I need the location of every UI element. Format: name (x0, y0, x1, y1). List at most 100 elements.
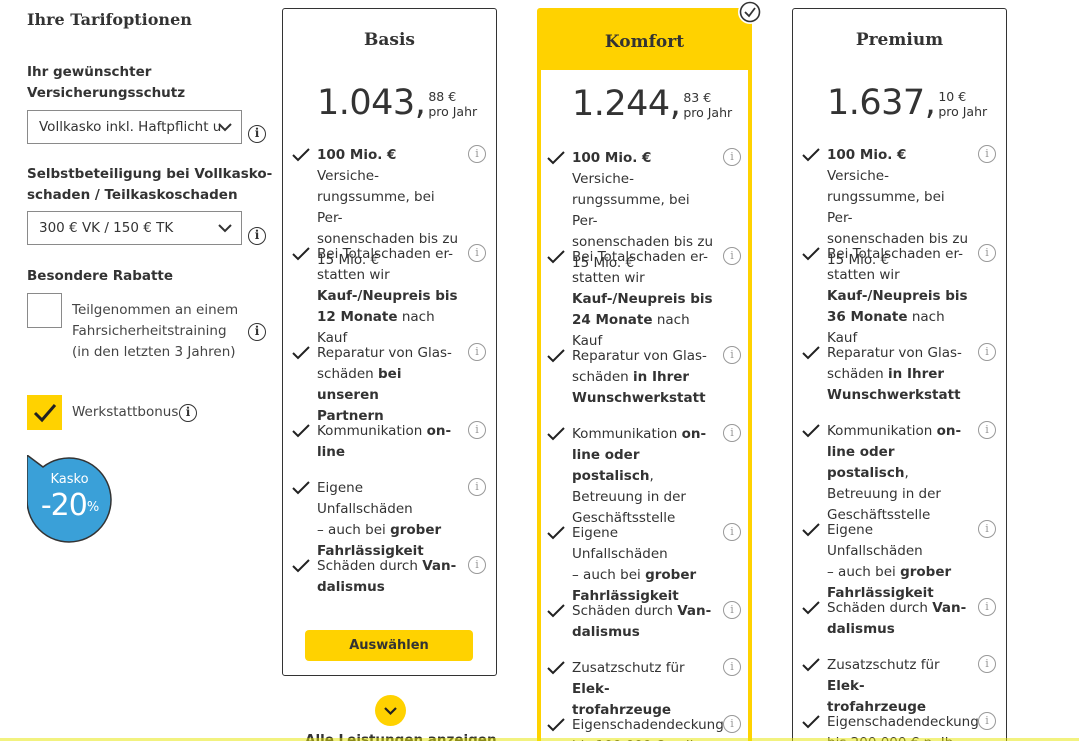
feature-text-line: Kauf-/Neupreis bis (572, 291, 713, 307)
feature-info-icon[interactable]: i (723, 247, 741, 265)
feature-text-line: Eigene Unfallschäden (572, 525, 668, 562)
feature-text: Bei Totalschaden er-statten wir Kauf-/Neu… (827, 244, 969, 349)
feature-info-icon[interactable]: i (978, 655, 996, 673)
training-label: Teilgenommen an einem Fahrsicherheitstra… (72, 300, 238, 363)
chevron-down-icon (218, 123, 232, 132)
deductible-label: Selbstbeteiligung bei Vollkasko- schaden… (27, 164, 272, 206)
badge-unit: % (86, 500, 99, 515)
training-label-line: (in den letzten 3 Jahren) (72, 344, 236, 360)
feature-text-line: Zusatzschutz für Elek- (572, 660, 685, 697)
checkmark-icon (292, 247, 310, 261)
checkmark-icon (292, 148, 310, 162)
feature-text-line: rungssumme, bei Per- (317, 189, 435, 226)
feature-text-line: Bei Totalschaden er- (317, 246, 454, 262)
feature-text: Kommunikation on-line (317, 421, 459, 463)
feature-info-icon[interactable]: i (723, 601, 741, 619)
feature-info-icon[interactable]: i (723, 715, 741, 733)
feature-info-icon[interactable]: i (723, 658, 741, 676)
feature-info-icon[interactable]: i (978, 598, 996, 616)
deductible-info-icon[interactable]: i (248, 227, 266, 245)
feature-info-icon[interactable]: i (723, 346, 741, 364)
feature-item: Eigene Unfallschäden – auch bei grober Fah… (547, 523, 747, 607)
feature-text-line: Eigene Unfallschäden (317, 480, 413, 517)
feature-item: Zusatzschutz für Elek-trofahrzeuge i (802, 655, 1002, 718)
feature-text-line: 100 Mio. € Versiche- (317, 147, 397, 184)
tariff-price: 1.637, 10 € pro Jahr (827, 83, 987, 123)
price-period: pro Jahr (428, 104, 478, 119)
feature-item: Bei Totalschaden er-statten wir Kauf-/Neu… (547, 247, 747, 352)
feature-info-icon[interactable]: i (978, 343, 996, 361)
feature-info-icon[interactable]: i (978, 712, 996, 730)
feature-item: Schäden durch Van-dalismus i (547, 601, 747, 643)
feature-info-icon[interactable]: i (468, 343, 486, 361)
workshop-bonus-checkbox[interactable] (27, 395, 62, 430)
coverage-info-icon[interactable]: i (248, 125, 266, 143)
feature-text: Bei Totalschaden er-statten wir Kauf-/Neu… (572, 247, 714, 352)
feature-info-icon[interactable]: i (978, 145, 996, 163)
feature-info-icon[interactable]: i (723, 424, 741, 442)
feature-text: Kommunikation on-line oder postalisch, Be… (827, 421, 969, 526)
feature-text-line: Betreuung in der (827, 486, 941, 502)
feature-text: Eigene Unfallschäden – auch bei grober Fah… (827, 520, 969, 604)
feature-text-line: Schäden durch Van- (317, 558, 457, 574)
price-main: 1.043, (317, 83, 426, 123)
feature-item: Schäden durch Van-dalismus i (292, 556, 492, 598)
feature-text-line: schäden in Ihrer (827, 366, 945, 382)
checkmark-icon (802, 601, 820, 615)
feature-item: Bei Totalschaden er-statten wir Kauf-/Neu… (802, 244, 1002, 349)
price-period: pro Jahr (683, 105, 733, 120)
feature-text-line: Eigene Unfallschäden (827, 522, 923, 559)
tariff-price: 1.244, 83 € pro Jahr (572, 84, 732, 124)
feature-info-icon[interactable]: i (468, 478, 486, 496)
price-period: pro Jahr (938, 104, 988, 119)
feature-text-line: Schäden durch Van- (827, 600, 967, 616)
price-cents: 83 € (683, 90, 712, 105)
feature-info-icon[interactable]: i (723, 148, 741, 166)
checkmark-icon (547, 151, 565, 165)
feature-item: Reparatur von Glas-schäden in Ihrer Wunsc… (802, 343, 1002, 406)
feature-text-line: schäden bei unseren (317, 366, 402, 403)
selected-check-icon (738, 0, 762, 24)
price-side: 88 € pro Jahr (428, 89, 477, 119)
feature-text-line: Reparatur von Glas- (317, 345, 452, 361)
badge-value: -20% (27, 488, 112, 524)
checkmark-icon (802, 148, 820, 162)
discounts-label: Besondere Rabatte (27, 268, 174, 284)
training-info-icon[interactable]: i (248, 323, 266, 341)
feature-info-icon[interactable]: i (468, 145, 486, 163)
deductible-label-line: Selbstbeteiligung bei Vollkasko- (27, 166, 273, 182)
price-cents: 88 € (428, 89, 457, 104)
feature-info-icon[interactable]: i (978, 244, 996, 262)
coverage-label: Ihr gewünschter Versicherungsschutz (27, 62, 185, 104)
coverage-select[interactable]: Vollkasko inkl. Haftpflicht u (27, 110, 242, 144)
feature-text-line: statten wir (827, 267, 900, 283)
feature-text-line: line oder postalisch, (572, 447, 654, 484)
tariff-card-premium: Premium 1.637, 10 € pro Jahr 100 Mio. € Ve… (792, 8, 1007, 741)
select-basis-button[interactable]: Auswählen (305, 630, 473, 661)
workshop-bonus-info-icon[interactable]: i (179, 404, 197, 422)
chevron-down-icon (384, 707, 397, 716)
feature-info-icon[interactable]: i (978, 421, 996, 439)
price-side: 10 € pro Jahr (938, 89, 987, 119)
feature-text: Zusatzschutz für Elek-trofahrzeuge (827, 655, 969, 718)
tariff-card-basis: Basis 1.043, 88 € pro Jahr 100 Mio. € Vers… (282, 8, 497, 676)
checkmark-icon (547, 349, 565, 363)
feature-info-icon[interactable]: i (468, 244, 486, 262)
training-checkbox[interactable] (27, 293, 62, 328)
feature-text: Kommunikation on-line oder postalisch, Be… (572, 424, 714, 529)
feature-info-icon[interactable]: i (468, 556, 486, 574)
feature-info-icon[interactable]: i (468, 421, 486, 439)
feature-text: Reparatur von Glas-schäden in Ihrer Wunsc… (827, 343, 969, 406)
tariff-name: Premium (855, 30, 944, 50)
feature-text-line: statten wir (572, 270, 645, 286)
tariff-card-komfort: Komfort 1.244, 83 € pro Jahr 100 Mio. € Ve… (537, 8, 752, 741)
feature-item: Bei Totalschaden er-statten wir Kauf-/Neu… (292, 244, 492, 349)
checkmark-icon (292, 481, 310, 495)
show-all-benefits-button[interactable] (375, 695, 406, 726)
feature-info-icon[interactable]: i (723, 523, 741, 541)
feature-item: Zusatzschutz für Elek-trofahrzeuge i (547, 658, 747, 721)
feature-info-icon[interactable]: i (978, 520, 996, 538)
deductible-select[interactable]: 300 € VK / 150 € TK (27, 211, 242, 245)
coverage-label-line: Ihr gewünschter (27, 64, 152, 80)
feature-text: Schäden durch Van-dalismus (827, 598, 969, 640)
